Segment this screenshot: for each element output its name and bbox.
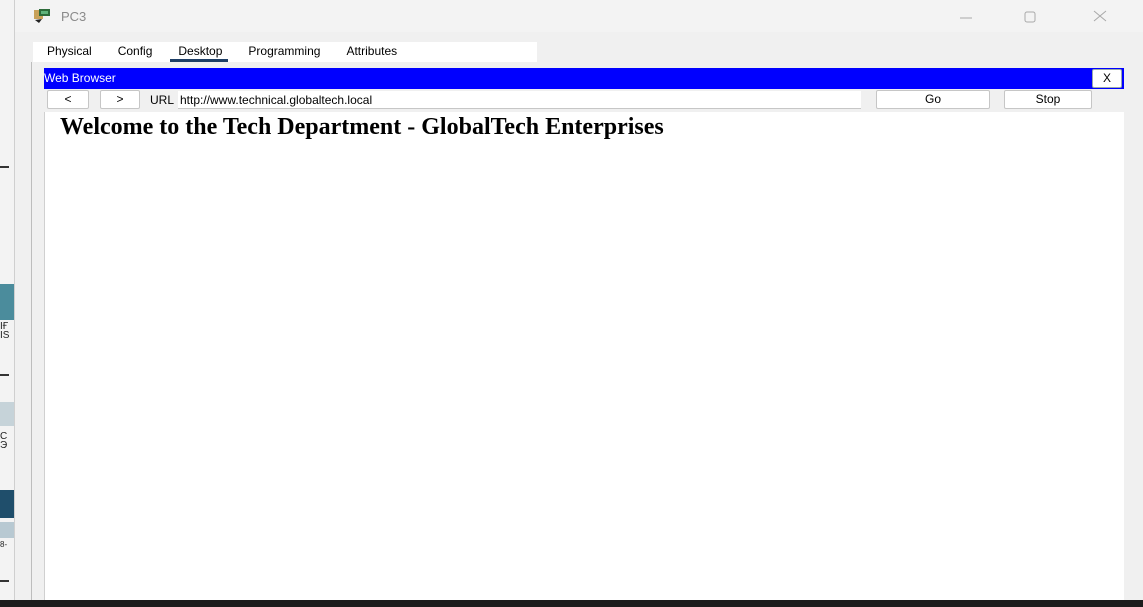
minimize-button[interactable] xyxy=(943,2,989,30)
tab-physical[interactable]: Physical xyxy=(33,42,104,62)
tab-programming[interactable]: Programming xyxy=(234,42,332,62)
background-panel-light xyxy=(0,402,14,426)
background-text-1: ІҒ ІS xyxy=(0,321,10,341)
background-text-3: 8- xyxy=(0,540,8,549)
maximize-icon xyxy=(1024,11,1036,23)
stop-button[interactable]: Stop xyxy=(1004,90,1092,109)
maximize-button[interactable] xyxy=(1007,2,1053,30)
minimize-icon xyxy=(960,17,972,19)
forward-button[interactable]: > xyxy=(100,90,140,109)
background-panel-dark xyxy=(0,490,14,518)
browser-viewport[interactable]: Welcome to the Tech Department - GlobalT… xyxy=(44,112,1124,600)
background-marker xyxy=(0,166,9,168)
background-panel-light xyxy=(0,522,14,538)
window-title: PC3 xyxy=(61,9,87,24)
tab-desktop[interactable]: Desktop xyxy=(164,42,234,62)
close-icon xyxy=(1093,10,1107,22)
browser-titlebar: Web Browser X xyxy=(44,68,1124,89)
browser-nav-bar: < > URL Go Stop xyxy=(44,90,1124,110)
tab-config[interactable]: Config xyxy=(104,42,165,62)
go-button[interactable]: Go xyxy=(876,90,990,109)
tab-attributes[interactable]: Attributes xyxy=(332,42,409,62)
device-tabs: Physical Config Desktop Programming Attr… xyxy=(33,42,537,62)
url-label: URL xyxy=(150,93,175,107)
background-marker xyxy=(0,580,9,582)
packet-tracer-pc-icon xyxy=(34,9,50,23)
page-heading: Welcome to the Tech Department - GlobalT… xyxy=(60,114,664,140)
browser-close-button[interactable]: X xyxy=(1092,69,1122,88)
background-desktop: ІҒ ІS СЭ 8- xyxy=(0,0,14,600)
close-window-button[interactable] xyxy=(1077,2,1123,30)
background-marker xyxy=(0,374,9,376)
background-text-2: СЭ xyxy=(0,431,8,451)
browser-title: Web Browser xyxy=(44,71,116,85)
url-input[interactable] xyxy=(178,91,861,109)
taskbar xyxy=(0,600,1143,607)
desktop-panel: Web Browser X < > URL Go Stop Welcome to… xyxy=(31,62,1139,600)
back-button[interactable]: < xyxy=(47,90,89,109)
background-panel-teal xyxy=(0,284,14,320)
window-titlebar[interactable]: PC3 xyxy=(15,0,1143,32)
pc3-window: PC3 Physical Config Desktop Programming … xyxy=(14,0,1143,600)
